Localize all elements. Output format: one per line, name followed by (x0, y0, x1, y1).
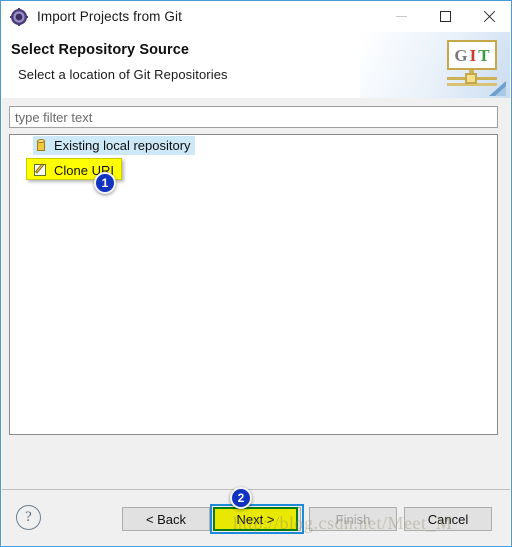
cancel-button[interactable]: Cancel (404, 507, 492, 531)
back-button[interactable]: < Back (122, 507, 210, 531)
git-letter-g: G (454, 45, 468, 65)
minimize-icon (395, 16, 407, 17)
banner-triangle-small (495, 86, 506, 96)
import-projects-from-git-dialog: Import Projects from Git Select Reposito… (0, 0, 512, 547)
annotation-highlight-next-button: Next > (213, 507, 298, 531)
wizard-header: Select Repository Source Select a locati… (2, 32, 510, 99)
repository-database-icon (33, 138, 49, 154)
eclipse-wizard-icon (10, 7, 28, 26)
wizard-body: Existing local repository Clone URI (2, 98, 510, 489)
finish-button: Finish (309, 507, 397, 531)
close-button[interactable] (467, 1, 511, 32)
repository-source-tree[interactable]: Existing local repository Clone URI 1 (9, 134, 498, 435)
annotation-step-1: 1 (94, 172, 116, 194)
tree-item-existing-local-repository[interactable]: Existing local repository (10, 135, 497, 156)
window-controls (379, 1, 511, 32)
maximize-button[interactable] (423, 1, 467, 32)
filter-input[interactable] (9, 106, 498, 128)
help-icon[interactable]: ? (16, 505, 41, 530)
close-icon (483, 10, 496, 23)
tree-item-label: Existing local repository (54, 138, 191, 153)
git-letter-t: T (478, 45, 490, 65)
window-title: Import Projects from Git (37, 9, 182, 24)
git-knob (465, 73, 477, 84)
clone-uri-document-icon (33, 162, 49, 178)
git-plate: G I T (447, 40, 497, 70)
wizard-footer: ? < Back Next > Finish Cancel Next > (2, 489, 510, 546)
git-letter-i: I (469, 45, 477, 65)
maximize-icon (439, 11, 451, 22)
annotation-step-2: 2 (230, 487, 252, 509)
page-subtitle: Select a location of Git Repositories (18, 67, 228, 82)
page-title: Select Repository Source (11, 42, 190, 58)
title-bar: Import Projects from Git (1, 1, 511, 32)
minimize-button[interactable] (379, 1, 423, 32)
